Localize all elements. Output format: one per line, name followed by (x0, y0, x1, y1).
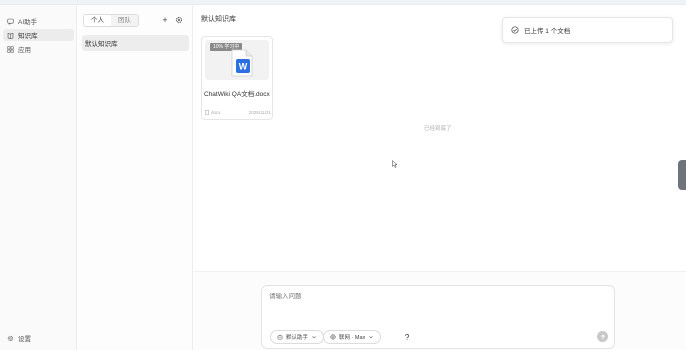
chat-icon (7, 18, 14, 25)
word-file-icon: W (231, 49, 253, 77)
mouse-cursor-icon (392, 160, 398, 168)
sidebar-item-ai-assistant[interactable]: AI助手 (3, 15, 74, 27)
sidebar-item-label: 知识库 (18, 33, 38, 40)
chat-composer: 默认助手 联网 · Max (261, 285, 615, 349)
check-circle-icon (511, 26, 519, 34)
arrow-up-icon (600, 333, 605, 339)
sidebar-item-label: 应用 (18, 47, 31, 54)
main-content: 默认知识库 10% 学习中 W ChatWiki QA文档.docx docx … (194, 5, 686, 350)
list-item[interactable]: 默认知识库 (82, 35, 189, 51)
assistant-selector-label: 默认助手 (286, 335, 309, 341)
book-icon (7, 32, 14, 39)
scope-tabs: 个人 团队 (83, 14, 139, 27)
side-panel-handle[interactable] (678, 160, 686, 190)
robot-icon (277, 334, 283, 340)
send-button[interactable] (597, 331, 608, 342)
apps-icon (7, 45, 14, 53)
sidebar-item-apps[interactable]: 应用 (3, 43, 74, 55)
globe-icon (330, 334, 336, 340)
upload-toast: 已上传 1 个文档 (502, 17, 673, 43)
document-card[interactable]: 10% 学习中 W ChatWiki QA文档.docx docx 2025/1… (201, 36, 273, 120)
end-of-list-text: 已经到底了 (424, 126, 452, 132)
file-icon (205, 110, 209, 115)
document-thumbnail: 10% 学习中 W (205, 40, 269, 80)
toast-message: 已上传 1 个文档 (524, 28, 571, 35)
plus-icon: + (162, 15, 168, 25)
file-ext: docx (211, 110, 221, 115)
settings-button[interactable]: 设置 (7, 333, 31, 343)
question-input[interactable] (269, 293, 569, 300)
add-knowledge-base-button[interactable]: + (160, 15, 170, 25)
gear-icon (7, 335, 14, 341)
knowledge-base-list-pane: 个人 团队 + 默认知识库 (78, 5, 193, 350)
sidebar-item-label: AI助手 (18, 19, 38, 26)
gear-icon[interactable] (175, 16, 183, 24)
settings-label: 设置 (18, 336, 31, 343)
assistant-selector[interactable]: 默认助手 (270, 330, 325, 344)
document-date: 2025/11/21 (248, 110, 271, 115)
web-search-label: 联网 · Max (339, 335, 366, 341)
chevron-down-icon (369, 336, 373, 339)
chat-input-area: 默认助手 联网 · Max (194, 271, 686, 350)
tab-personal[interactable]: 个人 (84, 15, 111, 26)
left-sidebar: AI助手 知识库 应用 设置 (0, 5, 77, 350)
page-title: 默认知识库 (201, 16, 236, 23)
web-search-selector[interactable]: 联网 · Max (323, 330, 382, 344)
help-icon[interactable] (403, 333, 411, 341)
document-meta: docx 2025/11/21 (205, 110, 271, 115)
tab-team[interactable]: 团队 (111, 15, 138, 26)
file-type: docx (205, 110, 221, 115)
sidebar-item-knowledge-base[interactable]: 知识库 (3, 29, 74, 41)
document-name: ChatWiki QA文档.docx (204, 91, 270, 98)
chevron-down-icon (312, 336, 316, 339)
svg-text:W: W (239, 62, 248, 72)
